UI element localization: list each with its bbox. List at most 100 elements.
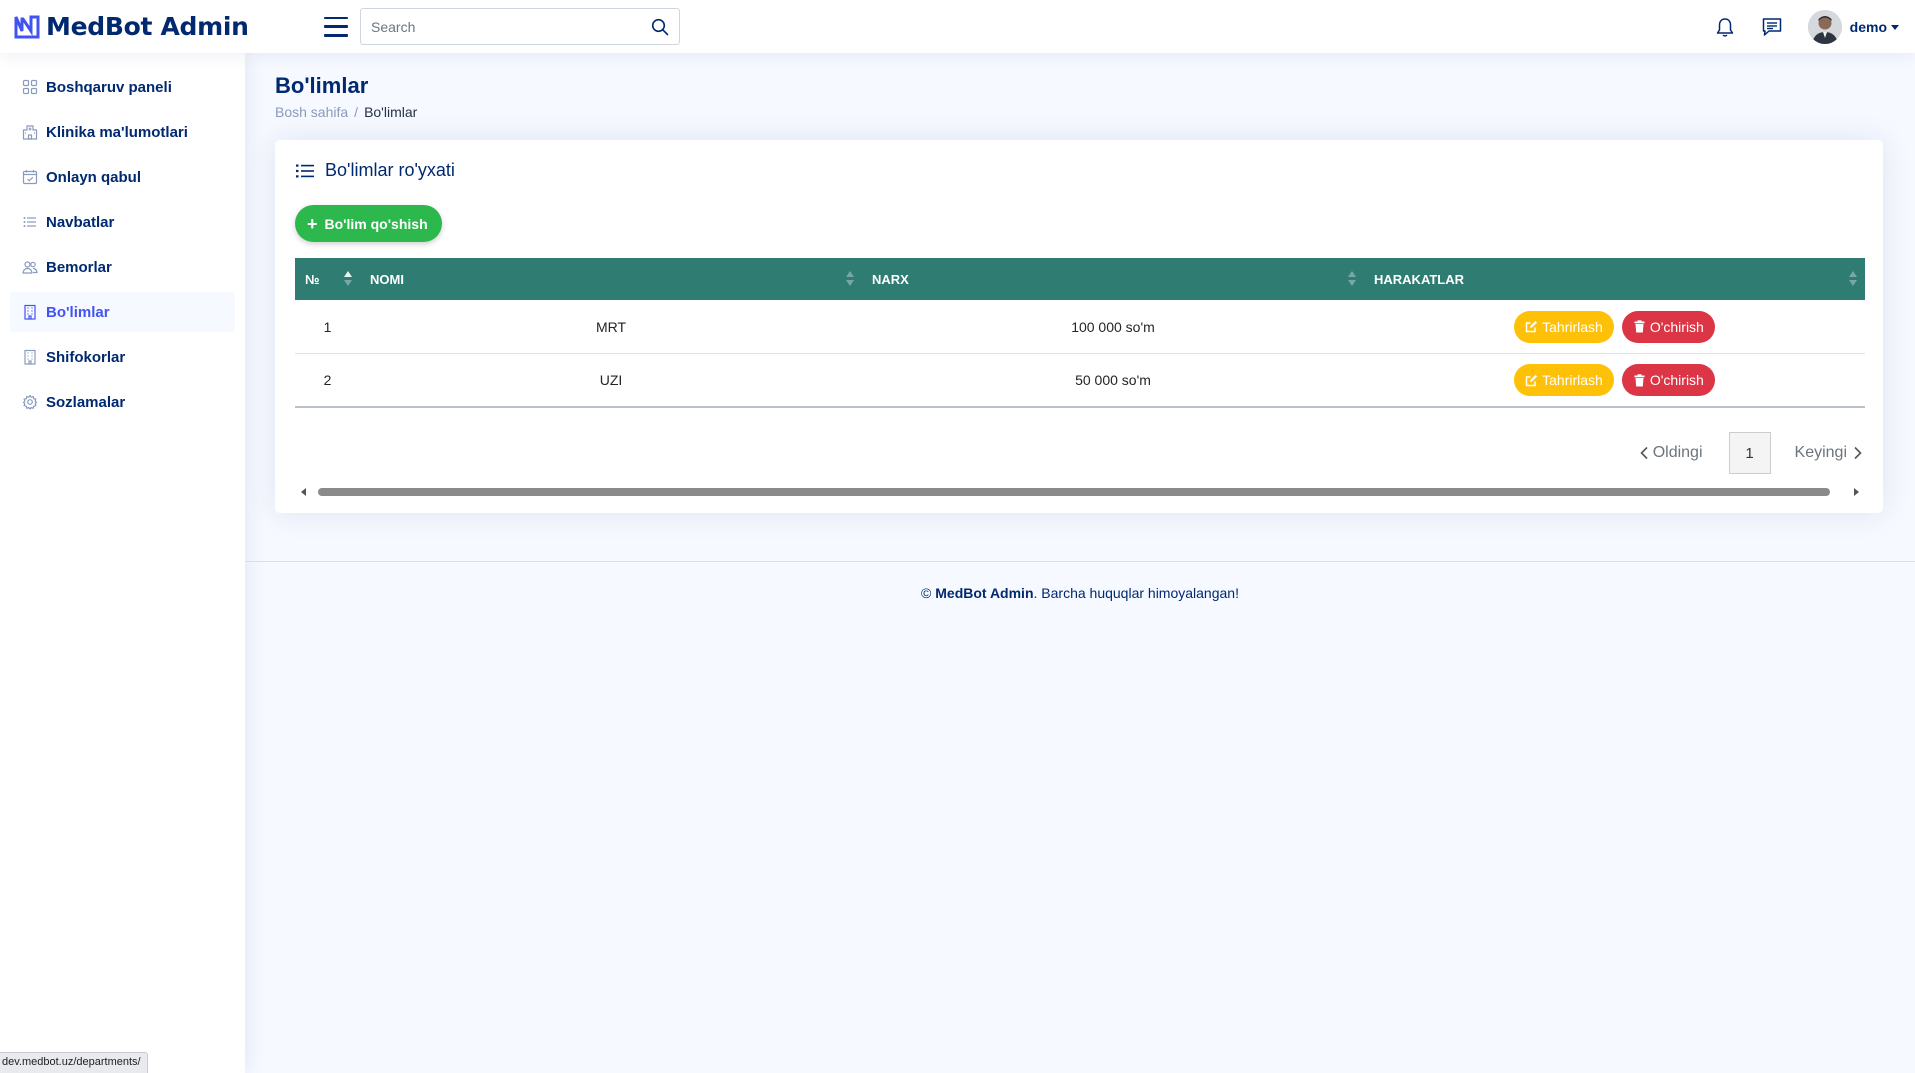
cell-actions: Tahrirlash O'chirish <box>1364 310 1865 343</box>
people-icon <box>22 261 38 274</box>
edit-icon <box>1525 374 1538 386</box>
pagination-next[interactable]: Keyingi <box>1795 444 1863 462</box>
sidebar-item-online-booking[interactable]: Onlayn qabul <box>10 157 235 197</box>
edit-icon <box>1525 321 1538 333</box>
search-input[interactable] <box>371 18 651 35</box>
column-header-label: NARX <box>872 271 909 287</box>
plus-icon: + <box>307 213 318 234</box>
sidebar-item-label: Boshqaruv paneli <box>46 78 172 96</box>
footer-brand: MedBot Admin <box>935 585 1034 601</box>
sidebar-item-label: Shifokorlar <box>46 348 126 366</box>
cell-price: 50 000 so'm <box>1075 372 1151 388</box>
bell-icon[interactable] <box>1714 16 1736 38</box>
delete-label: O'chirish <box>1649 318 1704 335</box>
top-header: MedBot Admin Search demo <box>0 0 1915 53</box>
sidebar-toggle-icon[interactable] <box>324 16 348 37</box>
pagination-next-label: Keyingi <box>1794 444 1847 461</box>
cell-name: MRT <box>595 318 627 335</box>
building-icon <box>24 349 36 365</box>
delete-button[interactable]: O'chirish <box>1621 364 1715 396</box>
column-header-price[interactable]: NARX <box>862 258 1364 300</box>
column-header-actions[interactable]: HARAKATLAR <box>1364 258 1865 300</box>
sidebar-item-label: Bemorlar <box>46 258 112 276</box>
grid-icon <box>22 79 38 95</box>
sidebar-item-departments[interactable]: Bo'limlar <box>10 292 235 332</box>
caret-down-icon <box>1891 25 1899 31</box>
column-header-name[interactable]: NOMI <box>360 258 862 300</box>
user-menu-toggle[interactable]: demo <box>1850 19 1899 35</box>
breadcrumb-home-link[interactable]: Bosh sahifa <box>275 104 348 120</box>
sidebar-item-doctors[interactable]: Shifokorlar <box>10 337 235 377</box>
user-name: demo <box>1849 18 1887 35</box>
header-actions: demo <box>1714 9 1899 44</box>
departments-card: Bo'limlar ro'yxati + Bo'lim qo'shish № N… <box>275 140 1883 513</box>
trash-icon <box>1634 320 1645 333</box>
avatar[interactable] <box>1807 9 1842 44</box>
brand-logo[interactable]: MedBot Admin <box>14 12 304 41</box>
cell-actions: Tahrirlash O'chirish <box>1364 364 1865 396</box>
edit-button[interactable]: Tahrirlash <box>1514 364 1614 396</box>
edit-label: Tahrirlash <box>1542 372 1603 388</box>
sidebar-item-label: Onlayn qabul <box>46 168 142 186</box>
brand-name: MedBot Admin <box>46 12 249 41</box>
gear-icon <box>22 394 38 410</box>
edit-button[interactable]: Tahrirlash <box>1514 310 1614 343</box>
sidebar-item-clinic-info[interactable]: Klinika ma'lumotlari <box>10 112 235 152</box>
scroll-left-icon[interactable] <box>301 488 306 496</box>
add-department-button[interactable]: + Bo'lim qo'shish <box>295 205 442 242</box>
hospital-icon <box>22 125 38 140</box>
pagination: Oldingi 1 Keyingi <box>1639 432 1863 474</box>
column-header-label: HARAKATLAR <box>1374 271 1465 287</box>
chat-icon[interactable] <box>1761 16 1783 38</box>
copyright-symbol: © <box>921 585 932 601</box>
sort-icon <box>1348 271 1356 287</box>
search-bar <box>360 8 680 45</box>
scrollbar-thumb[interactable] <box>318 488 1830 496</box>
card-title-text: Bo'limlar ro'yxati <box>325 160 455 180</box>
breadcrumb: Bosh sahifa / Bo'limlar <box>275 104 417 120</box>
breadcrumb-separator: / <box>354 104 359 120</box>
horizontal-scrollbar[interactable] <box>295 486 1865 498</box>
sort-icon <box>1849 271 1857 287</box>
delete-button[interactable]: O'chirish <box>1621 310 1715 343</box>
sidebar: Boshqaruv paneli Klinika ma'lumotlari On… <box>0 53 245 1073</box>
sidebar-item-patients[interactable]: Bemorlar <box>10 247 235 287</box>
pagination-page[interactable]: 1 <box>1728 432 1771 474</box>
cell-name: UZI <box>599 372 623 388</box>
pagination-prev[interactable]: Oldingi <box>1639 444 1703 462</box>
add-department-label: Bo'lim qo'shish <box>324 215 428 232</box>
status-bar-url: dev.medbot.uz/departments/ <box>0 1052 148 1073</box>
sidebar-item-label: Klinika ma'lumotlari <box>46 123 188 141</box>
sidebar-item-dashboard[interactable]: Boshqaruv paneli <box>10 67 235 107</box>
card-title: Bo'limlar ro'yxati <box>295 160 455 181</box>
pagination-prev-label: Oldingi <box>1652 444 1703 461</box>
sidebar-item-settings[interactable]: Sozlamalar <box>10 382 235 422</box>
table-row: 1 MRT 100 000 so'm Tahrirlash O'chirish <box>295 300 1865 354</box>
search-icon[interactable] <box>651 18 669 36</box>
scroll-right-icon[interactable] <box>1854 488 1859 496</box>
cell-price: 100 000 so'm <box>1071 318 1155 335</box>
footer: © MedBot Admin. Barcha huquqlar himoyala… <box>245 585 1915 601</box>
cell-number: 2 <box>323 372 332 388</box>
list-icon <box>23 217 36 227</box>
departments-table: № NOMI NARX HARAKATLAR 1 MRT 100 000 so'… <box>295 258 1865 408</box>
edit-label: Tahrirlash <box>1542 318 1603 335</box>
breadcrumb-current: Bo'limlar <box>364 104 418 120</box>
calendar-check-icon <box>22 170 38 185</box>
delete-label: O'chirish <box>1649 372 1704 388</box>
sidebar-item-label: Bo'limlar <box>46 303 110 321</box>
list-icon <box>296 164 314 177</box>
sidebar-item-label: Navbatlar <box>46 213 115 231</box>
building-icon <box>24 304 36 320</box>
page-title: Bo'limlar <box>275 73 369 98</box>
user-photo-icon <box>1807 9 1842 44</box>
trash-icon <box>1634 373 1645 386</box>
table-row: 2 UZI 50 000 so'm Tahrirlash O'chirish <box>295 354 1865 408</box>
main-content: Bo'limlar Bosh sahifa / Bo'limlar Bo'limla… <box>245 53 1915 1073</box>
sidebar-item-label: Sozlamalar <box>46 393 126 411</box>
sort-icon <box>344 271 352 287</box>
sidebar-item-queues[interactable]: Navbatlar <box>10 202 235 242</box>
cell-number: 1 <box>323 318 332 335</box>
column-header-number[interactable]: № <box>295 258 360 300</box>
footer-divider <box>245 561 1915 562</box>
